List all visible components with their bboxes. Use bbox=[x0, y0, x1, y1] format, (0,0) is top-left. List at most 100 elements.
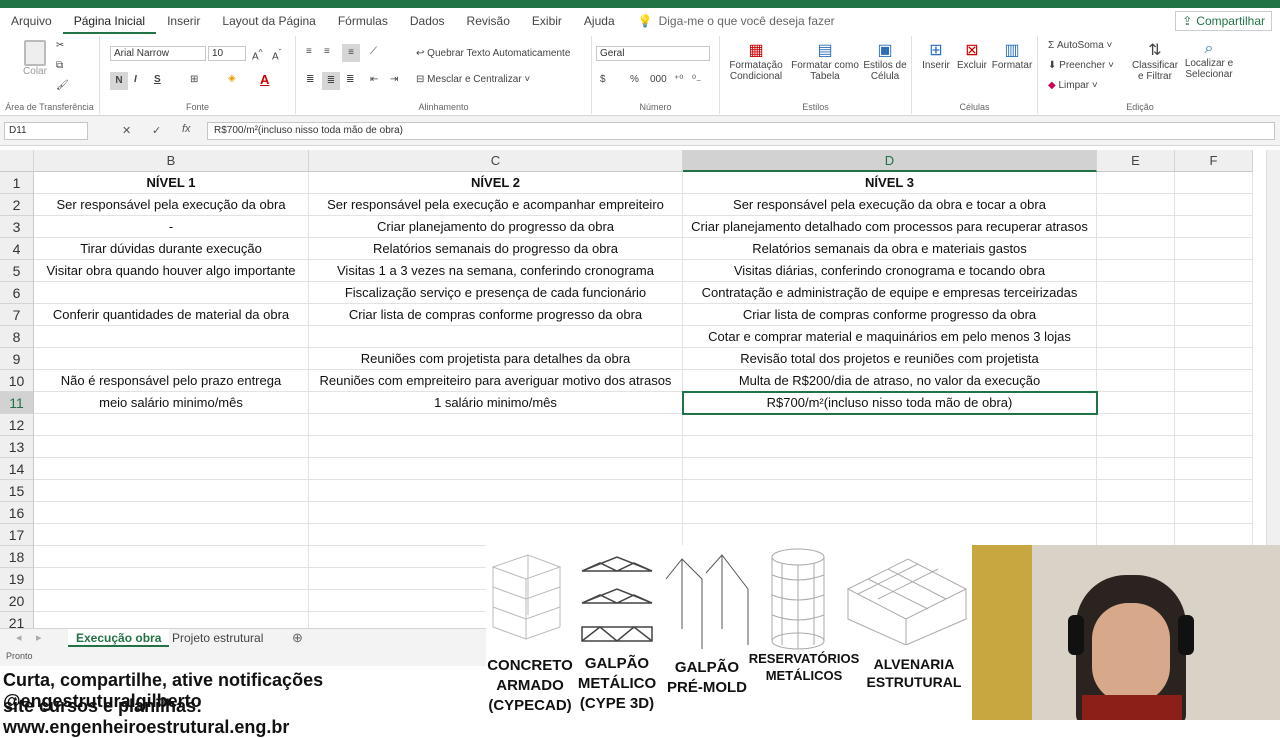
cell-f4[interactable] bbox=[1175, 238, 1253, 260]
copy-icon[interactable]: ⧉ bbox=[56, 60, 63, 71]
conditional-format-button[interactable]: ▦ Formatação Condicional bbox=[724, 40, 788, 82]
cell-b5[interactable]: Visitar obra quando houver algo importan… bbox=[34, 260, 309, 282]
column-header-b[interactable]: B bbox=[34, 150, 309, 172]
cell-f7[interactable] bbox=[1175, 304, 1253, 326]
paste-button[interactable]: Colar bbox=[18, 40, 52, 84]
cancel-icon[interactable]: ✕ bbox=[122, 124, 131, 137]
cell-e3[interactable] bbox=[1097, 216, 1175, 238]
cell-c5[interactable]: Visitas 1 a 3 vezes na semana, conferind… bbox=[309, 260, 683, 282]
cell-e8[interactable] bbox=[1097, 326, 1175, 348]
orientation-icon[interactable]: ⟋ bbox=[370, 46, 377, 57]
row-header-15[interactable]: 15 bbox=[0, 480, 34, 502]
increase-decimal-icon[interactable]: ⁺⁰ bbox=[674, 74, 683, 85]
currency-button[interactable]: $ bbox=[600, 74, 606, 85]
cell-b17[interactable] bbox=[34, 524, 309, 546]
column-header-d[interactable]: D bbox=[683, 150, 1097, 172]
cell-d11[interactable]: R$700/m²(incluso nisso toda mão de obra) bbox=[683, 392, 1097, 414]
column-header-c[interactable]: C bbox=[309, 150, 683, 172]
cell-f15[interactable] bbox=[1175, 480, 1253, 502]
row-header-9[interactable]: 9 bbox=[0, 348, 34, 370]
cell-f5[interactable] bbox=[1175, 260, 1253, 282]
row-header-3[interactable]: 3 bbox=[0, 216, 34, 238]
cell-d13[interactable] bbox=[683, 436, 1097, 458]
cell-b8[interactable] bbox=[34, 326, 309, 348]
sheet-tab-execucao[interactable]: Execução obra bbox=[68, 629, 170, 647]
fill-color-icon[interactable]: ◈ bbox=[228, 73, 236, 84]
cell-e13[interactable] bbox=[1097, 436, 1175, 458]
cell-d9[interactable]: Revisão total dos projetos e reuniões co… bbox=[683, 348, 1097, 370]
sheet-tab-projeto[interactable]: Projeto estrutural bbox=[164, 629, 271, 647]
cell-b16[interactable] bbox=[34, 502, 309, 524]
row-header-7[interactable]: 7 bbox=[0, 304, 34, 326]
name-box[interactable]: D11 bbox=[4, 122, 88, 140]
cell-e1[interactable] bbox=[1097, 172, 1175, 194]
cell-b18[interactable] bbox=[34, 546, 309, 568]
cell-b19[interactable] bbox=[34, 568, 309, 590]
formula-input[interactable]: R$700/m²(incluso nisso toda mão de obra) bbox=[207, 122, 1275, 140]
align-bottom-icon[interactable]: ≡ bbox=[342, 44, 360, 62]
increase-indent-icon[interactable]: ⇥ bbox=[390, 74, 398, 85]
cell-f2[interactable] bbox=[1175, 194, 1253, 216]
cell-e11[interactable] bbox=[1097, 392, 1175, 414]
decrease-indent-icon[interactable]: ⇤ bbox=[370, 74, 378, 85]
cell-d8[interactable]: Cotar e comprar material e maquinários e… bbox=[683, 326, 1097, 348]
row-header-10[interactable]: 10 bbox=[0, 370, 34, 392]
cell-c9[interactable]: Reuniões com projetista para detalhes da… bbox=[309, 348, 683, 370]
cell-c17[interactable] bbox=[309, 524, 683, 546]
format-table-button[interactable]: ▤ Formatar como Tabela bbox=[788, 40, 862, 82]
cell-e7[interactable] bbox=[1097, 304, 1175, 326]
decrease-decimal-icon[interactable]: ⁰₋ bbox=[692, 74, 701, 85]
delete-cells-button[interactable]: ⊠ Excluir bbox=[954, 40, 990, 71]
insert-cells-button[interactable]: ⊞ Inserir bbox=[918, 40, 954, 71]
row-header-5[interactable]: 5 bbox=[0, 260, 34, 282]
tab-pagina-inicial[interactable]: Página Inicial bbox=[62, 8, 157, 34]
cell-c3[interactable]: Criar planejamento do progresso da obra bbox=[309, 216, 683, 238]
tab-arquivo[interactable]: Arquivo bbox=[0, 8, 63, 34]
row-header-8[interactable]: 8 bbox=[0, 326, 34, 348]
tab-inserir[interactable]: Inserir bbox=[156, 8, 211, 34]
row-header-16[interactable]: 16 bbox=[0, 502, 34, 524]
cell-f16[interactable] bbox=[1175, 502, 1253, 524]
row-header-1[interactable]: 1 bbox=[0, 172, 34, 194]
cell-styles-button[interactable]: ▣ Estilos de Célula bbox=[860, 40, 910, 82]
cell-c2[interactable]: Ser responsável pela execução e acompanh… bbox=[309, 194, 683, 216]
tab-exibir[interactable]: Exibir bbox=[521, 8, 573, 34]
cell-d4[interactable]: Relatórios semanais da obra e materiais … bbox=[683, 238, 1097, 260]
increase-font-icon[interactable]: A^ bbox=[252, 47, 263, 62]
tab-dados[interactable]: Dados bbox=[399, 8, 456, 34]
cell-d14[interactable] bbox=[683, 458, 1097, 480]
row-header-4[interactable]: 4 bbox=[0, 238, 34, 260]
column-header-f[interactable]: F bbox=[1175, 150, 1253, 172]
row-header-14[interactable]: 14 bbox=[0, 458, 34, 480]
thousands-button[interactable]: 000 bbox=[650, 74, 667, 85]
cell-c12[interactable] bbox=[309, 414, 683, 436]
cell-c6[interactable]: Fiscalização serviço e presença de cada … bbox=[309, 282, 683, 304]
cell-e2[interactable] bbox=[1097, 194, 1175, 216]
font-color-icon[interactable]: A bbox=[260, 72, 269, 87]
cell-b2[interactable]: Ser responsável pela execução da obra bbox=[34, 194, 309, 216]
find-select-button[interactable]: ⌕ Localizar e Selecionar bbox=[1180, 40, 1238, 80]
share-button[interactable]: ⇪ Compartilhar bbox=[1175, 11, 1272, 31]
cell-e4[interactable] bbox=[1097, 238, 1175, 260]
wrap-text-button[interactable]: ↩ Quebrar Texto Automaticamente bbox=[416, 48, 570, 59]
cell-c1[interactable]: NÍVEL 2 bbox=[309, 172, 683, 194]
row-header-13[interactable]: 13 bbox=[0, 436, 34, 458]
cell-c7[interactable]: Criar lista de compras conforme progress… bbox=[309, 304, 683, 326]
cell-b11[interactable]: meio salário minimo/mês bbox=[34, 392, 309, 414]
cell-f12[interactable] bbox=[1175, 414, 1253, 436]
cell-b7[interactable]: Conferir quantidades de material da obra bbox=[34, 304, 309, 326]
autosum-button[interactable]: Σ AutoSoma ˅ bbox=[1048, 40, 1112, 51]
cell-b10[interactable]: Não é responsável pelo prazo entrega bbox=[34, 370, 309, 392]
cell-f14[interactable] bbox=[1175, 458, 1253, 480]
font-size-select[interactable]: 10 bbox=[208, 46, 246, 61]
prev-sheet-icon[interactable]: ◂ bbox=[16, 631, 22, 644]
cell-e9[interactable] bbox=[1097, 348, 1175, 370]
row-header-12[interactable]: 12 bbox=[0, 414, 34, 436]
align-right-icon[interactable]: ≣ bbox=[346, 74, 354, 85]
tab-ajuda[interactable]: Ajuda bbox=[573, 8, 626, 34]
tab-revisao[interactable]: Revisão bbox=[456, 8, 521, 34]
cell-f1[interactable] bbox=[1175, 172, 1253, 194]
sort-filter-button[interactable]: ⇅ Classificar e Filtrar bbox=[1130, 40, 1180, 82]
cell-f11[interactable] bbox=[1175, 392, 1253, 414]
row-header-6[interactable]: 6 bbox=[0, 282, 34, 304]
